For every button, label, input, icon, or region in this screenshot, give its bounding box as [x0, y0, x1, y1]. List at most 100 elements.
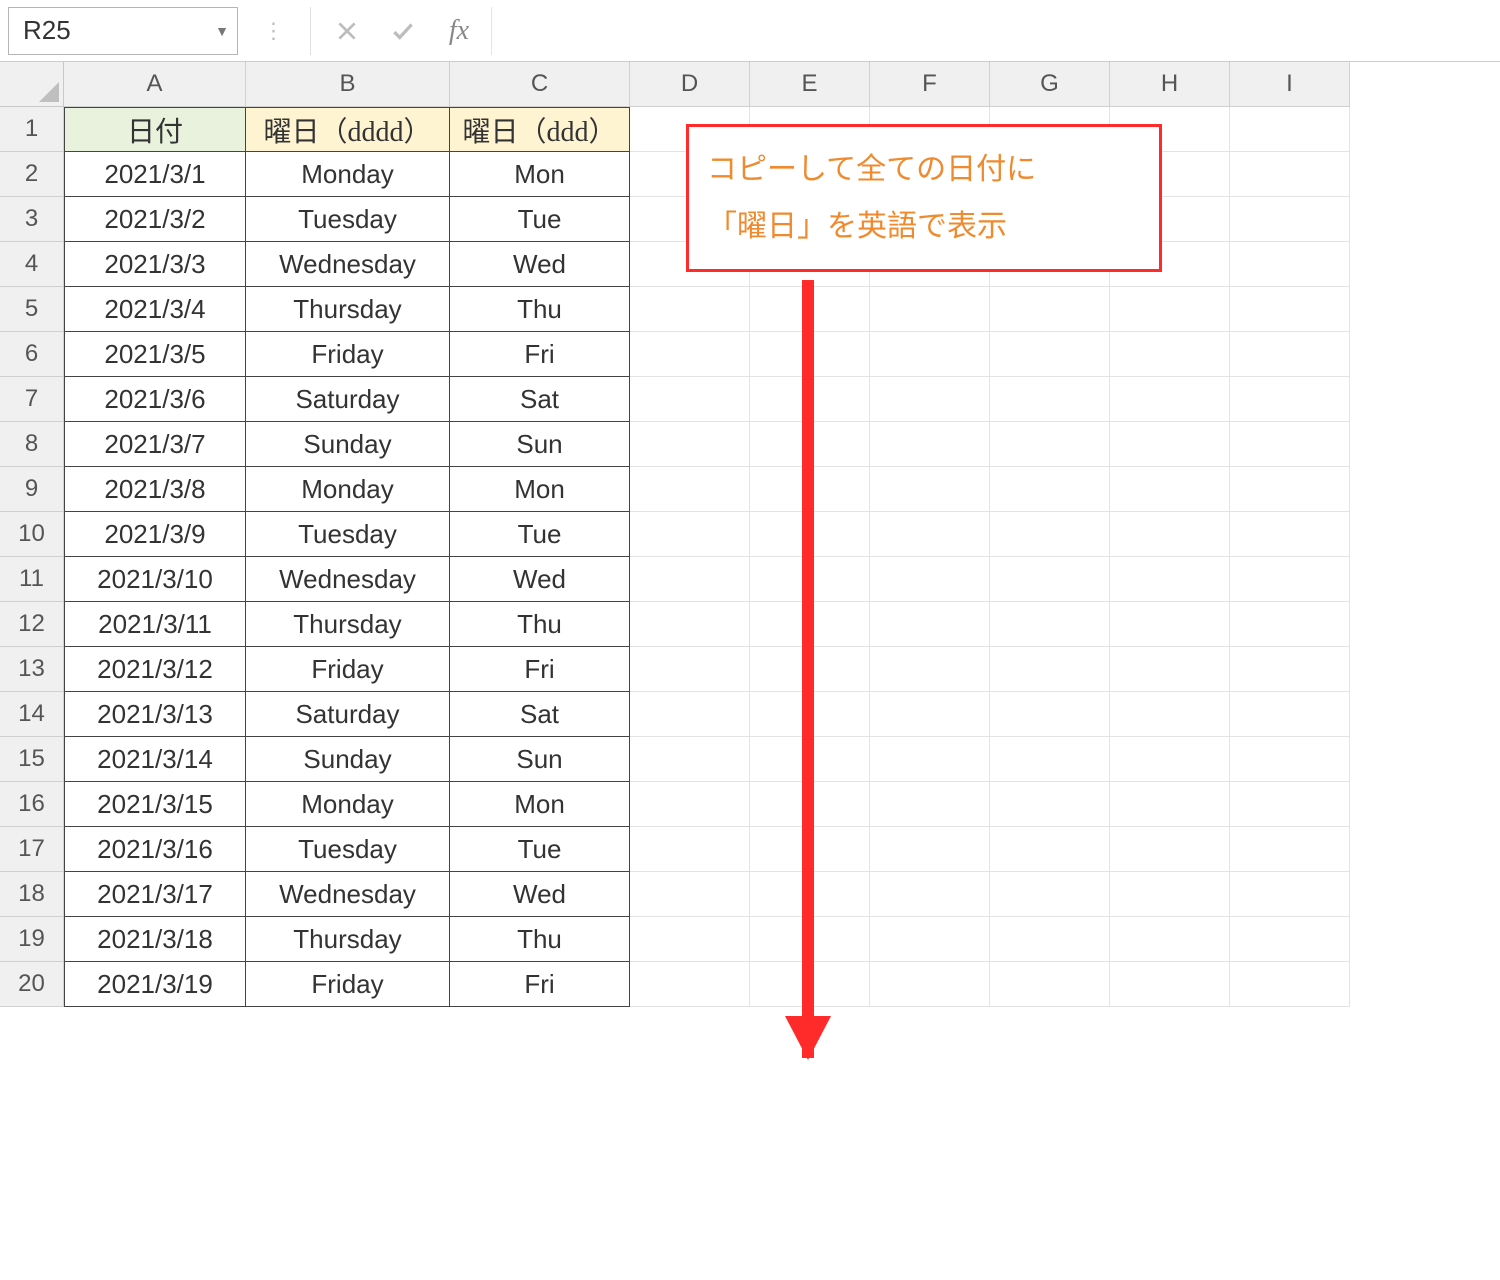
cell-C14[interactable]: Sat: [450, 692, 630, 737]
cell-I9[interactable]: [1230, 467, 1350, 512]
cell-C2[interactable]: Mon: [450, 152, 630, 197]
cell-I8[interactable]: [1230, 422, 1350, 467]
cell-B1[interactable]: 曜日（dddd）: [246, 107, 450, 152]
cell-H17[interactable]: [1110, 827, 1230, 872]
row-header-4[interactable]: 4: [0, 242, 64, 287]
cell-B16[interactable]: Monday: [246, 782, 450, 827]
cell-B4[interactable]: Wednesday: [246, 242, 450, 287]
cell-A17[interactable]: 2021/3/16: [64, 827, 246, 872]
cell-B7[interactable]: Saturday: [246, 377, 450, 422]
cell-G18[interactable]: [990, 872, 1110, 917]
cell-G10[interactable]: [990, 512, 1110, 557]
row-header-17[interactable]: 17: [0, 827, 64, 872]
cell-F11[interactable]: [870, 557, 990, 602]
cell-H6[interactable]: [1110, 332, 1230, 377]
row-header-19[interactable]: 19: [0, 917, 64, 962]
cell-I6[interactable]: [1230, 332, 1350, 377]
cell-I5[interactable]: [1230, 287, 1350, 332]
row-header-8[interactable]: 8: [0, 422, 64, 467]
row-header-1[interactable]: 1: [0, 107, 64, 152]
column-header-E[interactable]: E: [750, 62, 870, 107]
cell-F12[interactable]: [870, 602, 990, 647]
cell-C9[interactable]: Mon: [450, 467, 630, 512]
row-header-9[interactable]: 9: [0, 467, 64, 512]
cell-G7[interactable]: [990, 377, 1110, 422]
cell-F20[interactable]: [870, 962, 990, 1007]
cell-A19[interactable]: 2021/3/18: [64, 917, 246, 962]
cell-H18[interactable]: [1110, 872, 1230, 917]
column-header-A[interactable]: A: [64, 62, 246, 107]
cell-C6[interactable]: Fri: [450, 332, 630, 377]
cell-B20[interactable]: Friday: [246, 962, 450, 1007]
cell-F9[interactable]: [870, 467, 990, 512]
cell-A20[interactable]: 2021/3/19: [64, 962, 246, 1007]
row-header-10[interactable]: 10: [0, 512, 64, 557]
cell-H5[interactable]: [1110, 287, 1230, 332]
cell-D8[interactable]: [630, 422, 750, 467]
cell-D5[interactable]: [630, 287, 750, 332]
cell-A7[interactable]: 2021/3/6: [64, 377, 246, 422]
cell-B11[interactable]: Wednesday: [246, 557, 450, 602]
row-header-16[interactable]: 16: [0, 782, 64, 827]
cell-C20[interactable]: Fri: [450, 962, 630, 1007]
cell-A4[interactable]: 2021/3/3: [64, 242, 246, 287]
cell-D19[interactable]: [630, 917, 750, 962]
column-header-B[interactable]: B: [246, 62, 450, 107]
column-header-I[interactable]: I: [1230, 62, 1350, 107]
cell-H20[interactable]: [1110, 962, 1230, 1007]
cell-H9[interactable]: [1110, 467, 1230, 512]
cancel-icon[interactable]: [319, 7, 375, 55]
cell-I16[interactable]: [1230, 782, 1350, 827]
cell-H13[interactable]: [1110, 647, 1230, 692]
cell-B2[interactable]: Monday: [246, 152, 450, 197]
cell-I15[interactable]: [1230, 737, 1350, 782]
column-header-F[interactable]: F: [870, 62, 990, 107]
cell-F17[interactable]: [870, 827, 990, 872]
cell-B10[interactable]: Tuesday: [246, 512, 450, 557]
cell-D9[interactable]: [630, 467, 750, 512]
cell-C15[interactable]: Sun: [450, 737, 630, 782]
cell-H10[interactable]: [1110, 512, 1230, 557]
row-header-2[interactable]: 2: [0, 152, 64, 197]
cell-G15[interactable]: [990, 737, 1110, 782]
cell-G19[interactable]: [990, 917, 1110, 962]
cell-B13[interactable]: Friday: [246, 647, 450, 692]
cell-C12[interactable]: Thu: [450, 602, 630, 647]
insert-function-button[interactable]: fx: [431, 7, 487, 55]
cell-G16[interactable]: [990, 782, 1110, 827]
cell-I2[interactable]: [1230, 152, 1350, 197]
column-header-H[interactable]: H: [1110, 62, 1230, 107]
cell-B18[interactable]: Wednesday: [246, 872, 450, 917]
cell-A10[interactable]: 2021/3/9: [64, 512, 246, 557]
cell-F5[interactable]: [870, 287, 990, 332]
name-box-dropdown-icon[interactable]: ▼: [215, 23, 229, 39]
cell-C19[interactable]: Thu: [450, 917, 630, 962]
cell-H8[interactable]: [1110, 422, 1230, 467]
row-header-6[interactable]: 6: [0, 332, 64, 377]
cell-C13[interactable]: Fri: [450, 647, 630, 692]
cell-A16[interactable]: 2021/3/15: [64, 782, 246, 827]
cell-B14[interactable]: Saturday: [246, 692, 450, 737]
cell-A14[interactable]: 2021/3/13: [64, 692, 246, 737]
cell-D16[interactable]: [630, 782, 750, 827]
row-header-5[interactable]: 5: [0, 287, 64, 332]
cell-I10[interactable]: [1230, 512, 1350, 557]
cell-H12[interactable]: [1110, 602, 1230, 647]
cell-F13[interactable]: [870, 647, 990, 692]
cell-I20[interactable]: [1230, 962, 1350, 1007]
cell-F7[interactable]: [870, 377, 990, 422]
row-header-18[interactable]: 18: [0, 872, 64, 917]
cell-B3[interactable]: Tuesday: [246, 197, 450, 242]
column-header-G[interactable]: G: [990, 62, 1110, 107]
cell-D13[interactable]: [630, 647, 750, 692]
formula-input[interactable]: [491, 7, 1492, 55]
cell-H7[interactable]: [1110, 377, 1230, 422]
cell-F15[interactable]: [870, 737, 990, 782]
cell-G11[interactable]: [990, 557, 1110, 602]
cell-C5[interactable]: Thu: [450, 287, 630, 332]
row-header-12[interactable]: 12: [0, 602, 64, 647]
row-header-11[interactable]: 11: [0, 557, 64, 602]
cell-I4[interactable]: [1230, 242, 1350, 287]
cell-D17[interactable]: [630, 827, 750, 872]
cell-B19[interactable]: Thursday: [246, 917, 450, 962]
